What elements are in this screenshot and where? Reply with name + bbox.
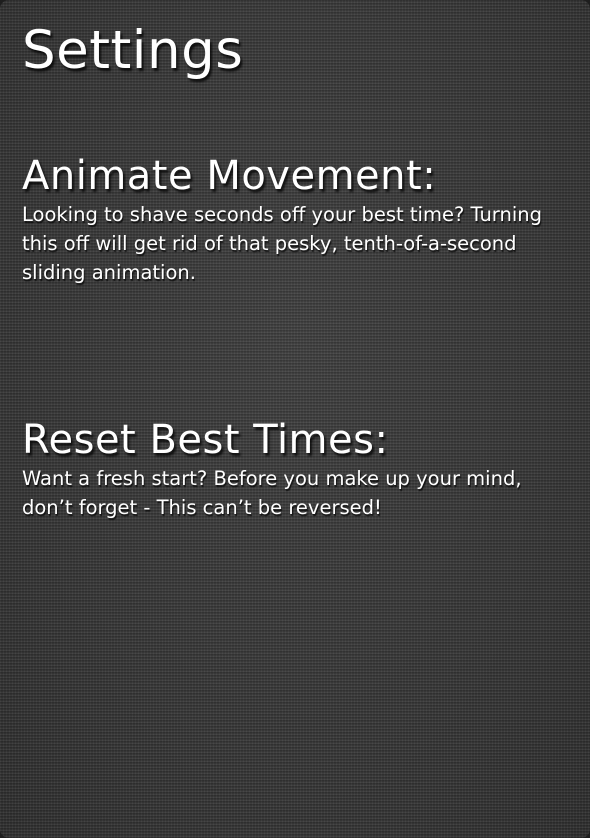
reset-best-times-description: Want a fresh start? Before you make up y… — [22, 467, 522, 519]
animate-movement-section: Animate Movement: Looking to shave secon… — [22, 154, 572, 287]
reset-best-times-heading: Reset Best Times: — [22, 417, 389, 463]
reset-best-times-section: Reset Best Times: Want a fresh start? Be… — [22, 418, 572, 522]
page-title: Settings — [22, 20, 244, 81]
settings-panel: Settings Animate Movement: Looking to sh… — [0, 0, 590, 838]
animate-movement-heading: Animate Movement: — [22, 153, 437, 199]
animate-movement-description: Looking to shave seconds off your best t… — [22, 203, 542, 284]
